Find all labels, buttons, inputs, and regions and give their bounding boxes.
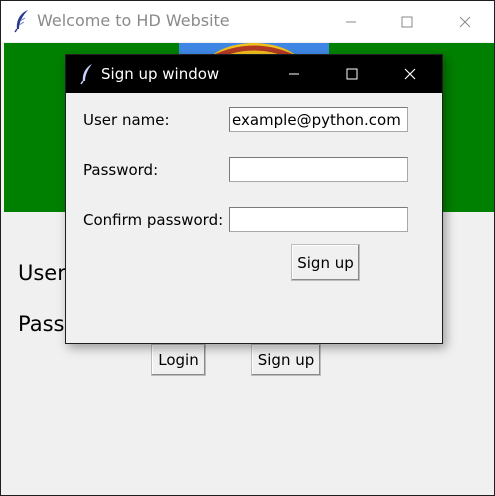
- maximize-icon: [401, 16, 413, 27]
- dialog-close-button[interactable]: [387, 55, 433, 93]
- maximize-icon: [346, 68, 358, 80]
- feather-icon: [80, 63, 94, 85]
- feather-icon: [13, 9, 31, 33]
- minimize-icon: [346, 21, 356, 22]
- close-icon: [404, 68, 416, 80]
- confirm-password-input[interactable]: [229, 207, 408, 232]
- main-window-title: Welcome to HD Website: [37, 11, 230, 30]
- dialog-minimize-button[interactable]: [271, 55, 317, 93]
- main-titlebar[interactable]: Welcome to HD Website: [1, 1, 494, 42]
- password-field-label: Password:: [83, 161, 159, 179]
- user-name-label: User name:: [83, 111, 170, 129]
- dialog-title: Sign up window: [101, 65, 220, 83]
- signup-button[interactable]: Sign up: [251, 344, 321, 376]
- dialog-signup-button[interactable]: Sign up: [291, 244, 360, 281]
- dialog-titlebar[interactable]: Sign up window: [66, 55, 442, 93]
- username-label: User: [18, 261, 66, 285]
- confirm-password-label: Confirm password:: [83, 211, 224, 229]
- minimize-button[interactable]: [328, 1, 374, 42]
- signup-dialog: Sign up window User name: Password: Conf…: [65, 54, 443, 344]
- minimize-icon: [289, 73, 299, 75]
- password-label: Pass: [18, 312, 65, 336]
- maximize-button[interactable]: [384, 1, 430, 42]
- login-button[interactable]: Login: [151, 344, 206, 376]
- dialog-maximize-button[interactable]: [329, 55, 375, 93]
- password-input[interactable]: [229, 157, 408, 182]
- close-button[interactable]: [442, 1, 488, 42]
- user-name-input[interactable]: [229, 107, 408, 132]
- close-icon: [459, 16, 471, 27]
